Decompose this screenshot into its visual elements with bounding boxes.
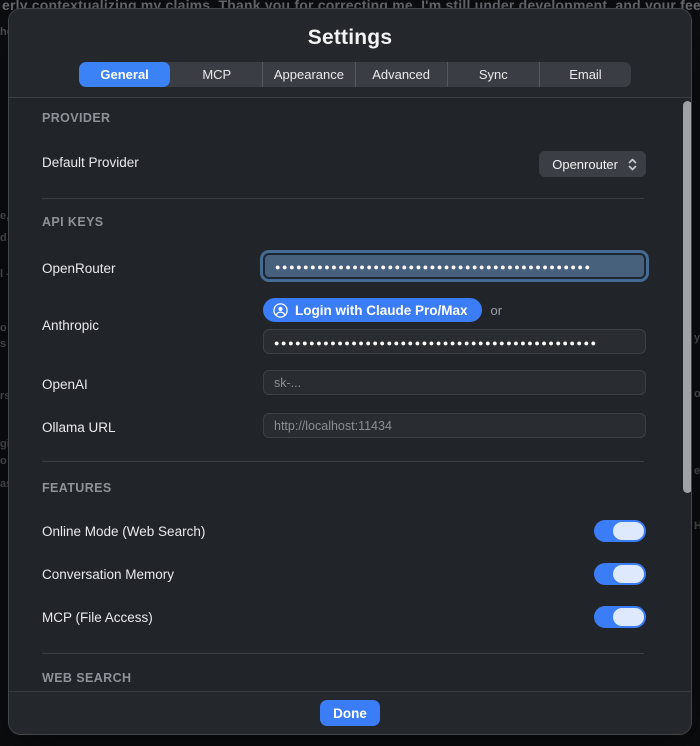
tab-advanced[interactable]: Advanced <box>355 62 447 87</box>
default-provider-label: Default Provider <box>42 155 139 170</box>
toggle-knob <box>613 608 644 626</box>
toggle-knob <box>613 565 644 583</box>
background-text-fragment: s <box>0 338 6 350</box>
background-text-fragment: o <box>0 455 7 467</box>
background-text-fragment: e <box>694 465 700 477</box>
background-text-fragment: y <box>694 332 700 344</box>
ollama-url-label: Ollama URL <box>42 420 116 435</box>
chevron-up-down-icon <box>626 157 639 172</box>
anthropic-api-key-input[interactable] <box>263 329 646 354</box>
background-text-fragment: H <box>694 520 700 532</box>
openrouter-api-key-input[interactable] <box>263 253 646 279</box>
ollama-url-input[interactable] <box>263 413 646 438</box>
done-button[interactable]: Done <box>320 700 380 726</box>
mcp-file-access-label: MCP (File Access) <box>42 610 153 625</box>
background-text-fragment: o <box>0 322 7 334</box>
toggle-knob <box>613 522 644 540</box>
section-header-api-keys: API KEYS <box>42 215 104 229</box>
openai-key-label: OpenAI <box>42 377 88 392</box>
dialog-header: Settings General MCP Appearance Advanced… <box>9 9 691 98</box>
default-provider-value: Openrouter <box>552 157 618 172</box>
scrollbar[interactable] <box>683 101 692 493</box>
mcp-file-access-toggle[interactable] <box>594 606 646 628</box>
online-mode-toggle[interactable] <box>594 520 646 542</box>
tab-general[interactable]: General <box>79 62 170 87</box>
section-header-provider: PROVIDER <box>42 111 111 125</box>
online-mode-label: Online Mode (Web Search) <box>42 524 205 539</box>
tab-sync[interactable]: Sync <box>447 62 539 87</box>
anthropic-key-label: Anthropic <box>42 318 99 333</box>
login-with-claude-button[interactable]: Login with Claude Pro/Max <box>263 298 482 322</box>
section-header-features: FEATURES <box>42 481 112 495</box>
background-text-fragment: o <box>694 388 700 400</box>
conversation-memory-toggle[interactable] <box>594 563 646 585</box>
settings-dialog: Settings General MCP Appearance Advanced… <box>8 8 692 735</box>
section-header-web-search: WEB SEARCH <box>42 671 131 685</box>
tab-email[interactable]: Email <box>539 62 631 87</box>
default-provider-select[interactable]: Openrouter <box>539 151 646 177</box>
settings-tab-bar: General MCP Appearance Advanced Sync Ema… <box>79 62 631 87</box>
page-title: Settings <box>9 9 691 50</box>
tab-appearance[interactable]: Appearance <box>262 62 354 87</box>
background-text-fragment: d <box>0 232 7 244</box>
section-divider <box>42 653 644 654</box>
openrouter-key-label: OpenRouter <box>42 261 116 276</box>
or-text: or <box>491 303 503 318</box>
settings-scroll-area: PROVIDER Default Provider Openrouter API… <box>9 98 691 691</box>
section-divider <box>42 461 644 462</box>
openai-api-key-input[interactable] <box>263 370 646 395</box>
tab-mcp[interactable]: MCP <box>170 62 262 87</box>
dialog-footer: Done <box>9 691 691 734</box>
conversation-memory-label: Conversation Memory <box>42 567 174 582</box>
login-with-claude-label: Login with Claude Pro/Max <box>295 303 468 318</box>
section-divider <box>42 198 644 199</box>
person-circle-icon <box>273 303 288 318</box>
